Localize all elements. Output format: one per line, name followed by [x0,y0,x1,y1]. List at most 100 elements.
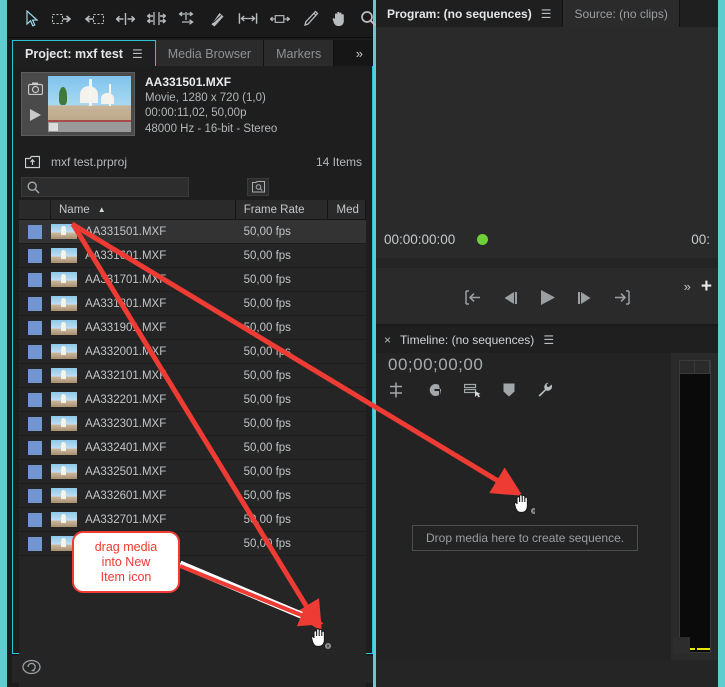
row-name-cell[interactable]: AA332601.MXF [51,488,236,503]
checkbox-icon[interactable] [28,296,42,311]
rolling-edit-tool-icon[interactable] [147,9,166,29]
program-overflow-icon[interactable]: » [684,279,691,294]
rate-stretch-tool-icon[interactable] [178,9,197,29]
play-preview-icon[interactable] [29,108,42,127]
timeline-canvas[interactable]: Drop media here to create sequence. [376,409,671,660]
row-select-checkbox[interactable] [19,416,51,431]
checkbox-icon[interactable] [28,344,42,359]
row-select-checkbox[interactable] [19,464,51,479]
go-to-out-point-icon[interactable] [613,290,632,305]
table-row[interactable]: AA331801.MXF 50,00 fps [19,292,366,316]
step-forward-icon[interactable] [576,291,593,305]
tab-source-monitor[interactable]: Source: (no clips) [563,0,680,27]
row-select-checkbox[interactable] [19,248,51,263]
row-name-cell[interactable]: AA331501.MXF [51,224,236,239]
button-editor-icon[interactable]: + [701,277,712,296]
tab-markers[interactable]: Markers [264,40,335,67]
poster-frame-icon[interactable] [27,82,43,100]
table-row[interactable]: AA332401.MXF 50,00 fps [19,436,366,460]
zoom-tool-icon[interactable] [360,9,377,29]
table-row[interactable]: AA331901.MXF 50,00 fps [19,316,366,340]
tab-media-browser[interactable]: Media Browser [155,40,265,67]
table-row[interactable]: AA331501.MXF 50,00 fps [19,220,366,244]
hand-tool-icon[interactable] [331,9,348,29]
table-row[interactable]: AA331701.MXF 50,00 fps [19,268,366,292]
checkbox-icon[interactable] [28,392,42,407]
row-select-checkbox[interactable] [19,392,51,407]
tab-overflow-icon[interactable]: » [345,40,373,67]
slide-tool-icon[interactable] [270,9,290,29]
row-name-cell[interactable]: AA332001.MXF [51,344,236,359]
thumbnail-scrubber[interactable] [48,122,131,132]
table-row[interactable]: AA332501.MXF 50,00 fps [19,460,366,484]
project-item-list[interactable]: AA331501.MXF 50,00 fps AA331601.MXF 50,00 f… [19,220,366,687]
table-row[interactable]: AA332701.MXF 50,00 fps [19,508,366,532]
checkbox-icon[interactable] [28,488,42,503]
row-select-checkbox[interactable] [19,488,51,503]
search-input-wrapper[interactable] [21,177,189,197]
go-to-in-point-icon[interactable] [463,290,482,305]
track-select-forward-tool-icon[interactable] [52,9,72,29]
checkbox-icon[interactable] [28,536,42,551]
checkbox-icon[interactable] [28,464,42,479]
thumbnail-scrubber-knob[interactable] [49,123,58,131]
table-row[interactable]: AA332301.MXF 50,00 fps [19,412,366,436]
column-header-name[interactable]: Name ▲ [51,200,236,219]
row-name-cell[interactable]: AA331601.MXF [51,248,236,263]
program-duration-timecode[interactable]: 00: [691,232,710,247]
add-marker-icon[interactable] [503,383,515,397]
row-name-cell[interactable]: AA332701.MXF [51,512,236,527]
column-header-checkbox[interactable] [19,200,51,219]
tab-program-monitor[interactable]: Program: (no sequences) ☰ [376,0,564,27]
row-name-cell[interactable]: AA332101.MXF [51,368,236,383]
razor-tool-icon[interactable] [209,9,226,29]
snap-icon[interactable] [388,382,404,398]
row-select-checkbox[interactable] [19,296,51,311]
row-name-cell[interactable]: AA331901.MXF [51,320,236,335]
checkbox-icon[interactable] [28,368,42,383]
tab-project[interactable]: Project: mxf test ☰ [12,40,156,67]
row-select-checkbox[interactable] [19,512,51,527]
insert-overwrite-icon[interactable] [464,383,481,398]
timeline-playhead-timecode[interactable]: 00;00;00;00 [388,355,483,375]
row-select-checkbox[interactable] [19,536,51,551]
checkbox-icon[interactable] [28,440,42,455]
close-icon[interactable]: × [384,333,391,347]
row-name-cell[interactable]: AA332201.MXF [51,392,236,407]
program-scrubber[interactable] [376,258,718,268]
row-name-cell[interactable]: AA331701.MXF [51,272,236,287]
row-name-cell[interactable]: AA332301.MXF [51,416,236,431]
checkbox-icon[interactable] [28,512,42,527]
ripple-edit-tool-icon[interactable] [116,9,135,29]
row-select-checkbox[interactable] [19,224,51,239]
row-name-cell[interactable]: AA332501.MXF [51,464,236,479]
checkbox-icon[interactable] [28,272,42,287]
search-input[interactable] [40,181,188,193]
row-name-cell[interactable]: AA331801.MXF [51,296,236,311]
table-row[interactable]: AA332001.MXF 50,00 fps [19,340,366,364]
program-panel-menu-icon[interactable]: ☰ [541,7,552,21]
panel-menu-icon[interactable]: ☰ [132,47,143,61]
row-select-checkbox[interactable] [19,440,51,455]
play-stop-icon[interactable] [539,289,556,306]
table-row[interactable]: AA331601.MXF 50,00 fps [19,244,366,268]
timeline-panel-menu-icon[interactable]: ☰ [543,333,554,347]
search-filter-icon[interactable] [247,178,269,196]
row-select-checkbox[interactable] [19,344,51,359]
slip-tool-icon[interactable] [238,9,258,29]
checkbox-icon[interactable] [28,416,42,431]
checkbox-icon[interactable] [28,320,42,335]
parent-bin-icon[interactable] [23,154,41,170]
program-monitor-canvas[interactable] [376,27,718,220]
drop-media-hint[interactable]: Drop media here to create sequence. [412,525,639,551]
selection-tool-icon[interactable] [25,9,40,29]
row-name-cell[interactable]: AA332401.MXF [51,440,236,455]
table-row[interactable]: AA332601.MXF 50,00 fps [19,484,366,508]
timeline-settings-icon[interactable] [537,382,553,398]
pen-tool-icon[interactable] [302,9,319,29]
program-current-timecode[interactable]: 00:00:00:00 [384,232,455,247]
table-row[interactable]: AA332101.MXF 50,00 fps [19,364,366,388]
table-row[interactable]: AA332201.MXF 50,00 fps [19,388,366,412]
creative-cloud-icon[interactable] [22,659,41,680]
row-select-checkbox[interactable] [19,320,51,335]
